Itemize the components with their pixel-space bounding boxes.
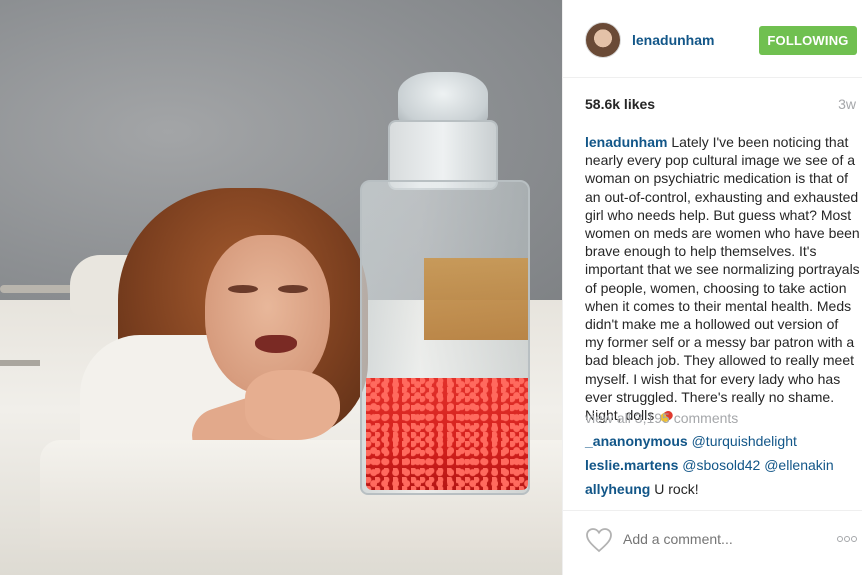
photo-red-pills bbox=[366, 378, 528, 490]
following-button[interactable]: FOLLOWING bbox=[759, 26, 857, 55]
photo-bedrail bbox=[0, 285, 75, 293]
post-caption: lenadunham Lately I've been noticing tha… bbox=[585, 133, 860, 424]
photo-eye-right bbox=[278, 285, 308, 293]
comment-username[interactable]: allyheung bbox=[585, 481, 650, 497]
comment-text[interactable]: @turquishdelight bbox=[692, 433, 797, 449]
comment-username[interactable]: leslie.martens bbox=[585, 457, 678, 473]
more-options-icon[interactable] bbox=[836, 529, 857, 545]
post-header: lenadunham FOLLOWING bbox=[563, 0, 862, 78]
comment-text: U rock! bbox=[654, 481, 699, 497]
comment-text[interactable]: @sbosold42 @ellenakin bbox=[682, 457, 833, 473]
likes-count[interactable]: 58.6k likes bbox=[585, 96, 655, 112]
photo-eye-left bbox=[228, 285, 258, 293]
caption-username[interactable]: lenadunham bbox=[585, 134, 667, 150]
comment-item: leslie.martens @sbosold42 @ellenakin bbox=[585, 457, 834, 473]
view-all-comments-link[interactable]: view all 3,195 comments bbox=[585, 410, 738, 426]
author-username[interactable]: lenadunham bbox=[632, 32, 714, 48]
photo-mouth bbox=[255, 335, 297, 353]
add-comment-input[interactable] bbox=[623, 531, 803, 547]
comment-username[interactable]: _ananonymous bbox=[585, 433, 688, 449]
post-age[interactable]: 3w bbox=[838, 96, 856, 112]
post-sidebar: lenadunham FOLLOWING 58.6k likes 3w lena… bbox=[562, 0, 862, 575]
photo-face bbox=[205, 235, 330, 395]
photo-hand bbox=[245, 370, 340, 440]
photo-jar-liquid bbox=[424, 258, 528, 340]
comment-item: allyheung U rock! bbox=[585, 481, 699, 497]
photo-bedrail-lower bbox=[0, 360, 40, 366]
post-footer bbox=[563, 510, 862, 575]
post-photo[interactable] bbox=[0, 0, 562, 575]
heart-icon[interactable] bbox=[585, 527, 613, 553]
photo-jar-stopper bbox=[398, 72, 488, 127]
avatar[interactable] bbox=[585, 22, 621, 58]
caption-text: Lately I've been noticing that nearly ev… bbox=[585, 134, 860, 424]
comment-item: _ananonymous @turquishdelight bbox=[585, 433, 797, 449]
